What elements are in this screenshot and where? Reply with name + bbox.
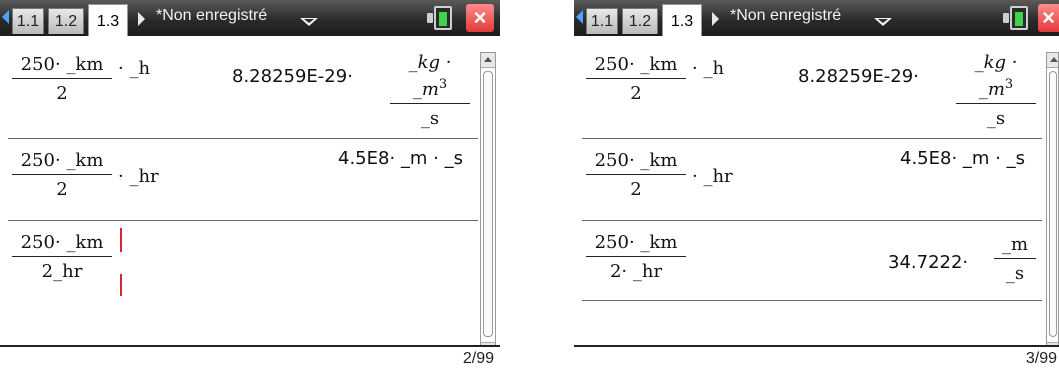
input-fraction: 250· _km 2· _hr [586,232,686,283]
input-numerator: 250· _km [20,232,104,253]
input-numerator: 250· _km [20,150,104,171]
input-tail: · _h [118,58,151,79]
input-denominator: 2 [56,179,68,200]
input-denominator: 2 [56,83,68,104]
input-tail: · _hr [692,166,733,187]
right-arrow-icon[interactable] [138,12,145,26]
calculator-history: 250· _km 2 · _h 8.28259E-29· _kg · _m3 _… [582,50,1052,340]
result-value: 4.5E8· _m · _s [900,148,1025,169]
tab-1-3[interactable]: 1.3 [88,4,128,36]
battery-icon [1003,6,1028,30]
scrollbar[interactable] [480,52,496,358]
result-denominator: _s [986,108,1006,129]
input-denominator: 2_hr [41,261,83,282]
input-tail: · _h [692,58,725,79]
result-value: 4.5E8· _m · _s [338,148,463,169]
result-exponent: 3 [1004,77,1014,92]
document-title[interactable]: *Non enregistré [730,7,841,25]
tab-1-3[interactable]: 1.3 [662,4,702,36]
title-bar: 1.1 1.2 1.3 *Non enregistré × [0,0,500,36]
battery-icon [427,6,452,30]
tab-1-1[interactable]: 1.1 [12,8,44,34]
result-coefficient: 8.28259E-29· [798,66,919,87]
input-denominator: 2 [630,83,642,104]
input-fraction: 250· _km 2 [586,54,686,105]
text-cursor [120,228,122,252]
text-cursor [120,274,122,296]
right-arrow-icon[interactable] [712,12,719,26]
tab-1-2[interactable]: 1.2 [48,8,84,34]
result-exponent: 3 [438,77,448,92]
tab-1-1[interactable]: 1.1 [586,8,618,34]
input-fraction[interactable]: 250· _km 2_hr [12,232,112,283]
input-denominator: 2· _hr [609,261,663,282]
input-fraction: 250· _km 2 [586,150,686,201]
input-numerator: 250· _km [594,54,678,75]
scroll-up-icon[interactable] [1047,53,1058,68]
result-numerator: _kg · _m [408,52,452,100]
result-denominator: _s [1005,263,1025,284]
left-arrow-icon[interactable] [576,10,583,24]
result-fraction: _kg · _m3 _s [390,52,470,130]
status-bar: 2/99 [0,345,500,371]
result-coefficient: 34.7222· [888,252,969,273]
tab-1-2[interactable]: 1.2 [622,8,658,34]
scrollbar[interactable] [1046,52,1059,358]
page-count: 3/99 [1025,350,1057,367]
status-bar: 3/99 [574,345,1059,371]
result-fraction: _kg · _m3 _s [956,52,1036,130]
calculator-screen-left: 1.1 1.2 1.3 *Non enregistré × 250· _km 2… [0,0,500,371]
calculator-screen-right: 1.1 1.2 1.3 *Non enregistré × 250· _km 2… [574,0,1059,371]
input-fraction: 250· _km 2 [12,54,112,105]
input-tail: · _hr [118,166,159,187]
input-numerator: 250· _km [20,54,104,75]
calculator-history: 250· _km 2 · _h 8.28259E-29· _kg · _m3 _… [8,50,478,340]
result-denominator: _s [420,108,440,129]
input-denominator: 2 [630,179,642,200]
input-fraction: 250· _km 2 [12,150,112,201]
result-coefficient: 8.28259E-29· [232,66,353,87]
close-icon[interactable]: × [1038,4,1059,32]
input-numerator: 250· _km [594,150,678,171]
scroll-thumb[interactable] [483,71,493,337]
scroll-thumb[interactable] [1049,71,1057,337]
result-numerator: _kg · _m [974,52,1018,100]
document-title[interactable]: *Non enregistré [156,7,267,25]
scroll-up-icon[interactable] [481,53,495,68]
result-numerator: _m [1001,234,1029,255]
result-fraction: _m _s [994,234,1036,285]
left-arrow-icon[interactable] [2,10,9,24]
page-count: 2/99 [462,350,494,367]
dropdown-icon[interactable] [874,18,892,26]
dropdown-icon[interactable] [300,18,318,26]
input-numerator: 250· _km [594,232,678,253]
title-bar: 1.1 1.2 1.3 *Non enregistré × [574,0,1059,36]
close-icon[interactable]: × [466,4,494,32]
